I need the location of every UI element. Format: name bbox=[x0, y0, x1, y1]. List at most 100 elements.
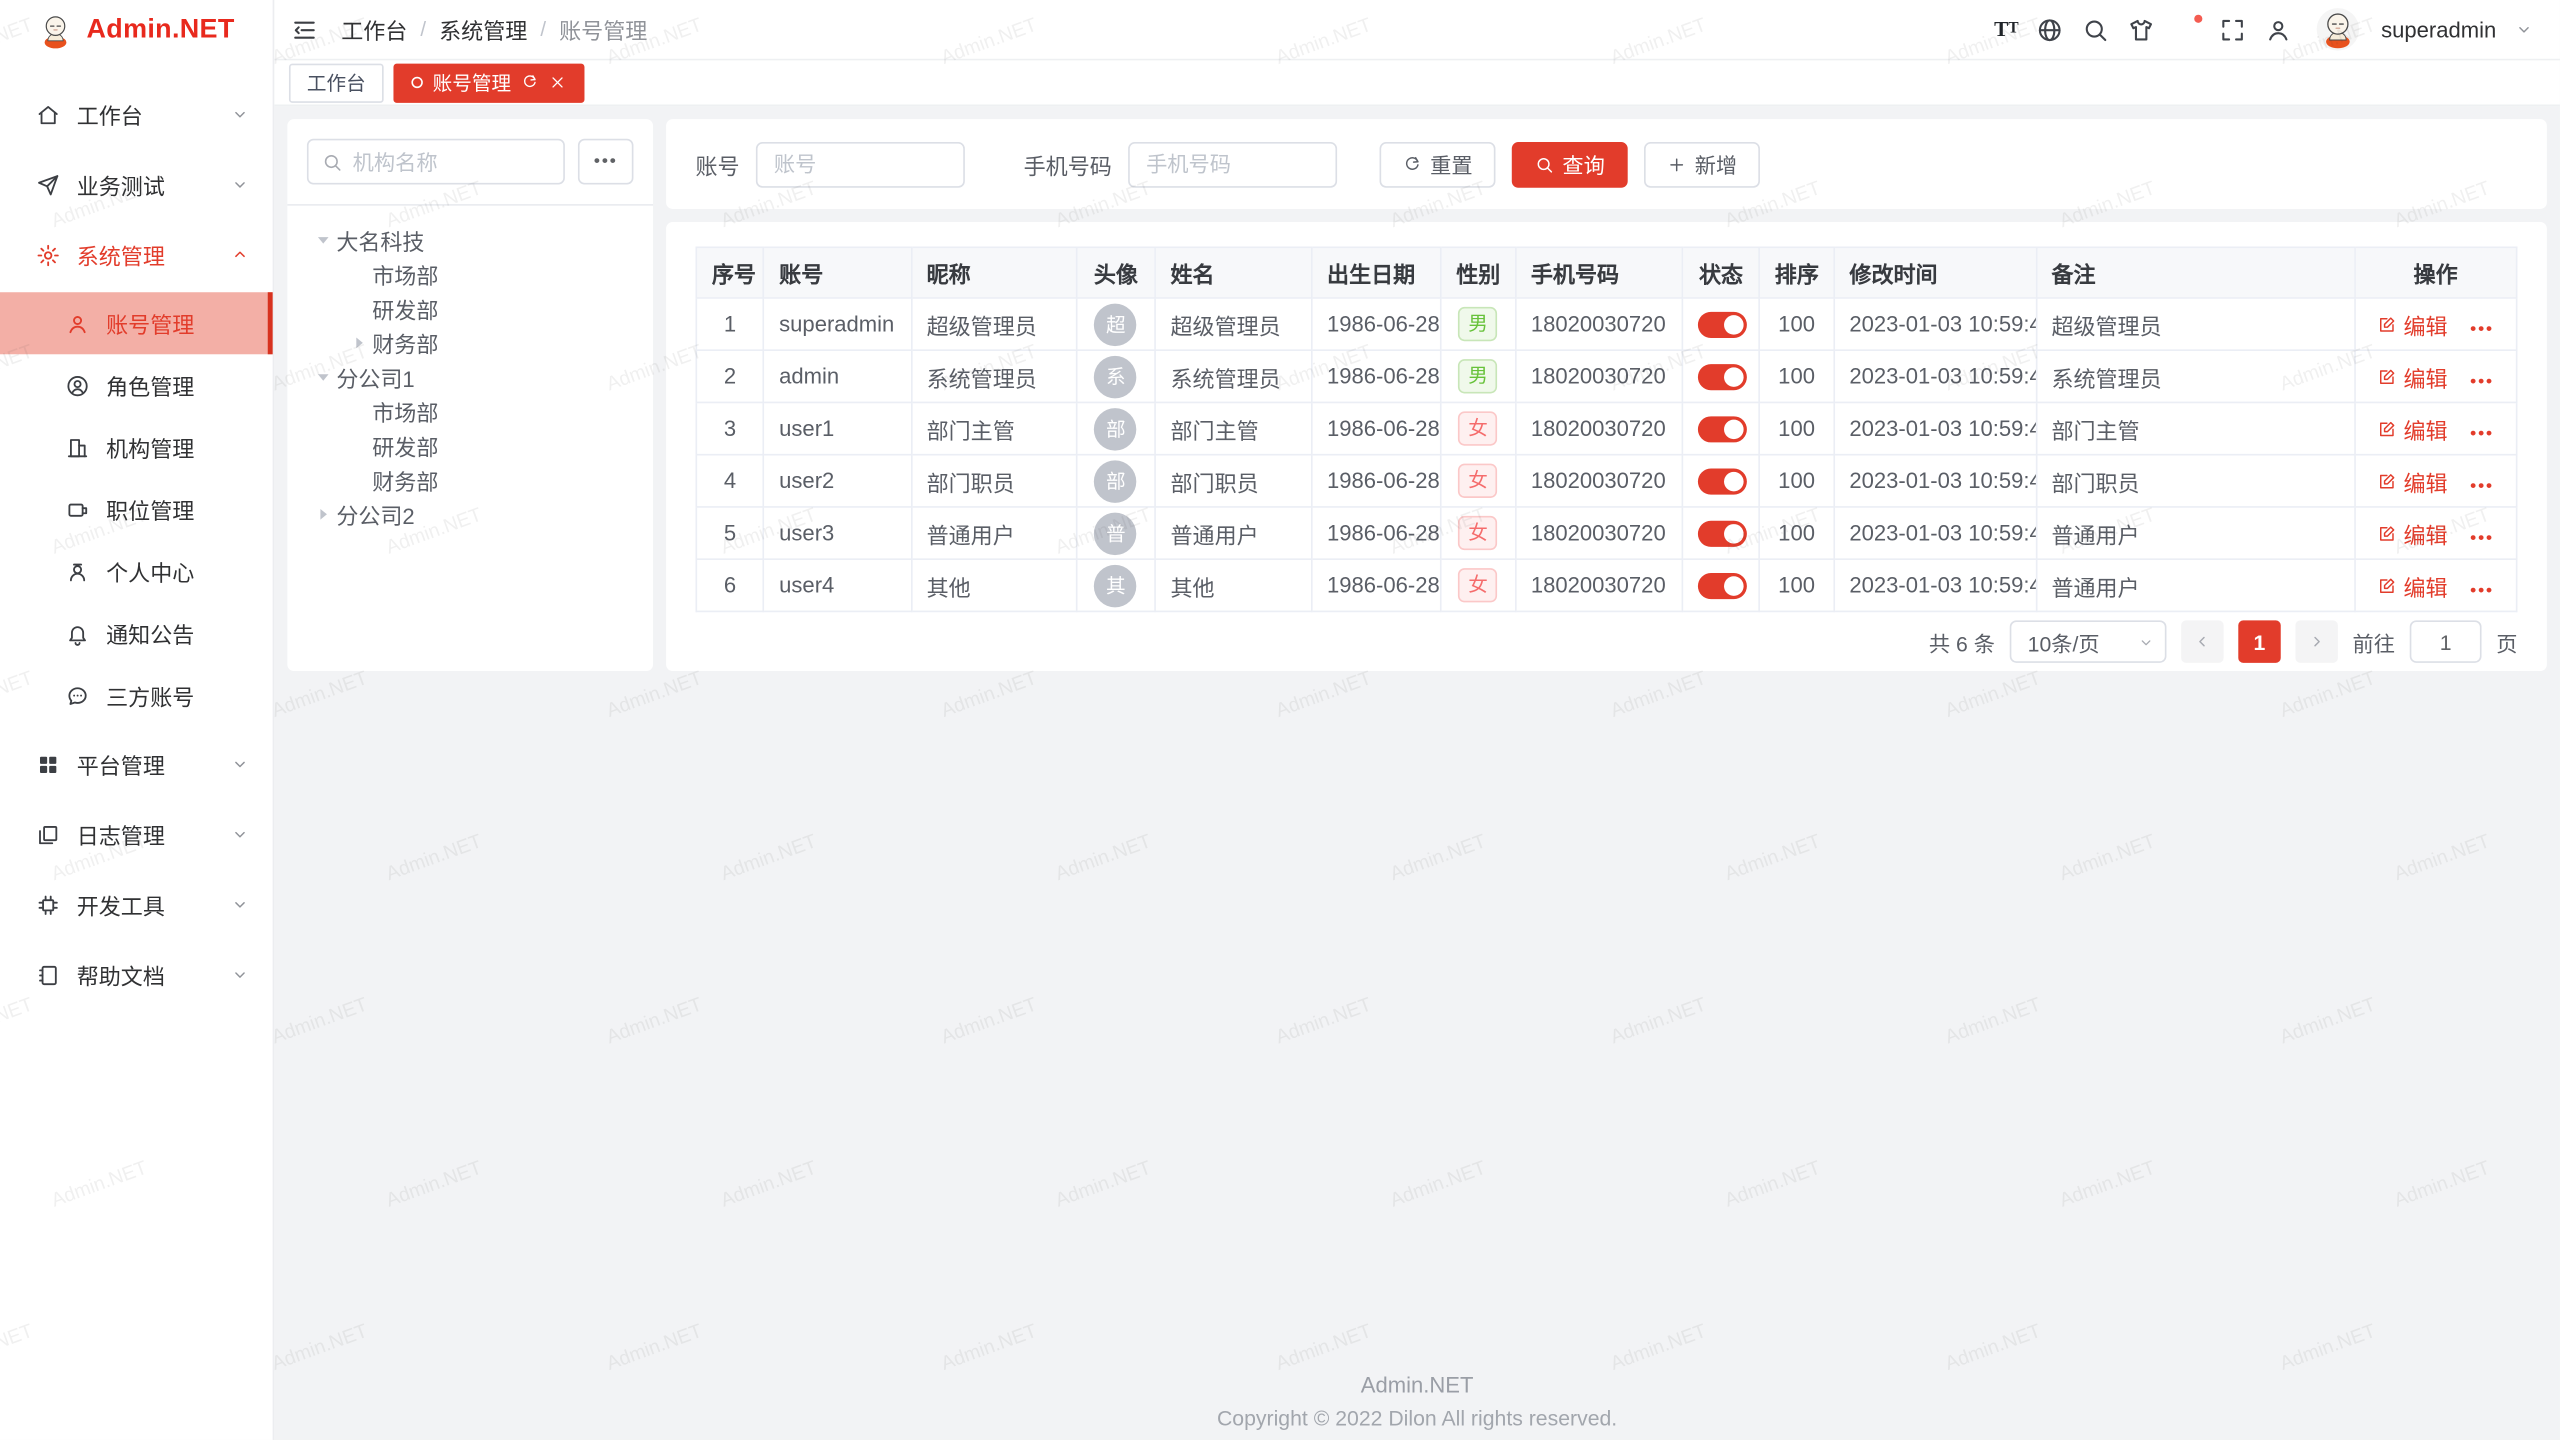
org-tree-more-button[interactable]: ••• bbox=[578, 139, 634, 185]
org-tree-node[interactable]: 研发部 bbox=[307, 428, 634, 462]
edit-button[interactable]: 编辑 bbox=[2377, 517, 2447, 550]
sidebar-menu-item[interactable]: 三方账号 bbox=[0, 664, 273, 726]
theme-icon[interactable] bbox=[2128, 16, 2156, 44]
add-button[interactable]: 新增 bbox=[1644, 141, 1760, 187]
status-toggle[interactable] bbox=[1698, 364, 1747, 390]
prev-page-button[interactable] bbox=[2181, 620, 2223, 662]
edit-button[interactable]: 编辑 bbox=[2377, 360, 2447, 393]
status-toggle[interactable] bbox=[1698, 416, 1747, 442]
sidebar-menu-item[interactable]: 角色管理 bbox=[0, 354, 273, 416]
row-more-button[interactable]: ••• bbox=[2470, 580, 2494, 600]
row-more-button[interactable]: ••• bbox=[2470, 528, 2494, 548]
reset-button[interactable]: 重置 bbox=[1380, 141, 1496, 187]
row-more-button[interactable]: ••• bbox=[2470, 319, 2494, 339]
edit-button[interactable]: 编辑 bbox=[2377, 308, 2447, 341]
app-logo[interactable]: Admin.NET bbox=[0, 0, 273, 60]
tab-account-management[interactable]: 账号管理 bbox=[393, 63, 584, 102]
org-tree-node[interactable]: 分公司1 bbox=[307, 359, 634, 393]
gender-badge: 男 bbox=[1458, 359, 1497, 394]
user-avatar[interactable] bbox=[2317, 8, 2359, 50]
breadcrumb: 工作台 / 系统管理 / 账号管理 bbox=[341, 13, 647, 46]
fullscreen-icon[interactable] bbox=[2219, 16, 2247, 44]
cell-status bbox=[1683, 402, 1759, 454]
col-sort: 排序 bbox=[1759, 247, 1834, 298]
phone-input[interactable] bbox=[1128, 141, 1337, 187]
cell-status bbox=[1683, 350, 1759, 402]
goto-page-input[interactable] bbox=[2410, 620, 2482, 662]
username[interactable]: superadmin bbox=[2381, 17, 2496, 41]
cell-seq: 6 bbox=[696, 559, 763, 611]
sidebar-menu-item[interactable]: 业务测试 bbox=[0, 152, 273, 217]
search-icon[interactable] bbox=[2082, 16, 2110, 44]
sidebar-menu-item[interactable]: 机构管理 bbox=[0, 416, 273, 478]
tree-caret-icon[interactable] bbox=[310, 229, 336, 249]
close-tab-icon[interactable] bbox=[549, 73, 567, 91]
status-toggle[interactable] bbox=[1698, 573, 1747, 599]
sidebar-menu-item[interactable]: 职位管理 bbox=[0, 478, 273, 540]
sidebar-menu-item[interactable]: 日志管理 bbox=[0, 802, 273, 867]
org-search-input[interactable] bbox=[353, 149, 551, 173]
language-icon[interactable] bbox=[2037, 16, 2065, 44]
breadcrumb-item[interactable]: 系统管理 bbox=[439, 13, 527, 46]
org-tree-node[interactable]: 财务部 bbox=[307, 325, 634, 359]
cell-time: 2023-01-03 10:59:44 bbox=[1834, 455, 2036, 507]
avatar: 部 bbox=[1095, 407, 1137, 449]
collapse-sidebar-icon[interactable] bbox=[291, 16, 319, 44]
user-menu-chevron-icon[interactable] bbox=[2514, 20, 2534, 40]
sidebar-menu: 工作台 业务测试 系统管理 账号管理 角色管理 bbox=[0, 77, 273, 1012]
font-size-icon[interactable]: TT bbox=[1994, 16, 2019, 44]
breadcrumb-item[interactable]: 工作台 bbox=[341, 13, 407, 46]
org-tree-node[interactable]: 研发部 bbox=[307, 291, 634, 325]
status-toggle[interactable] bbox=[1698, 311, 1747, 337]
sidebar-menu-item[interactable]: 通知公告 bbox=[0, 602, 273, 664]
cell-name: 系统管理员 bbox=[1155, 350, 1312, 402]
tree-caret-icon[interactable] bbox=[346, 332, 372, 352]
row-more-button[interactable]: ••• bbox=[2470, 371, 2494, 391]
row-more-button[interactable]: ••• bbox=[2470, 476, 2494, 496]
menu-item-label: 个人中心 bbox=[106, 555, 194, 588]
cell-nick: 部门职员 bbox=[911, 455, 1077, 507]
page-unit: 页 bbox=[2496, 626, 2517, 657]
sidebar-menu-item[interactable]: 工作台 bbox=[0, 82, 273, 147]
page-size-select[interactable]: 10条/页 bbox=[2010, 620, 2167, 662]
avatar: 普 bbox=[1095, 512, 1137, 554]
query-button[interactable]: 查询 bbox=[1512, 141, 1628, 187]
sidebar-menu-item[interactable]: 帮助文档 bbox=[0, 942, 273, 1007]
next-page-button[interactable] bbox=[2295, 620, 2337, 662]
org-tree-node[interactable]: 大名科技 bbox=[307, 222, 634, 256]
cell-status bbox=[1683, 559, 1759, 611]
sidebar-menu-item[interactable]: 开发工具 bbox=[0, 872, 273, 937]
cell-name: 普通用户 bbox=[1155, 507, 1312, 559]
sidebar-menu-item[interactable]: 个人中心 bbox=[0, 540, 273, 602]
cell-actions: 编辑 ••• bbox=[2355, 455, 2517, 507]
page-number[interactable]: 1 bbox=[2238, 620, 2280, 662]
refresh-tab-icon[interactable] bbox=[521, 73, 539, 91]
notification-bell-icon[interactable] bbox=[2174, 16, 2202, 44]
cell-phone: 18020030720 bbox=[1515, 507, 1682, 559]
tab-workbench[interactable]: 工作台 bbox=[289, 63, 384, 102]
org-tree-node[interactable]: 分公司2 bbox=[307, 496, 634, 530]
sidebar-menu-item[interactable]: 平台管理 bbox=[0, 731, 273, 796]
account-input[interactable] bbox=[756, 141, 965, 187]
edit-button[interactable]: 编辑 bbox=[2377, 412, 2447, 445]
cell-birth: 1986-06-28 bbox=[1312, 298, 1441, 350]
status-toggle[interactable] bbox=[1698, 520, 1747, 546]
col-seq: 序号 bbox=[696, 247, 763, 298]
cell-avatar: 超 bbox=[1077, 298, 1155, 350]
table-row: 5 user3 普通用户 普 普通用户 1986-06-28 女 1802003… bbox=[696, 507, 2516, 559]
sidebar-menu-item[interactable]: 系统管理 bbox=[0, 222, 273, 287]
org-tree-node[interactable]: 市场部 bbox=[307, 256, 634, 290]
row-more-button[interactable]: ••• bbox=[2470, 424, 2494, 444]
sidebar-menu-item[interactable]: 账号管理 bbox=[0, 292, 273, 354]
edit-button[interactable]: 编辑 bbox=[2377, 464, 2447, 497]
status-toggle[interactable] bbox=[1698, 468, 1747, 494]
tree-caret-icon[interactable] bbox=[310, 367, 336, 387]
org-tree-node[interactable]: 市场部 bbox=[307, 393, 634, 427]
org-tree-node[interactable]: 财务部 bbox=[307, 462, 634, 496]
tree-caret-icon[interactable] bbox=[310, 504, 336, 524]
menu-item-icon bbox=[36, 752, 60, 776]
cell-sort: 100 bbox=[1759, 559, 1834, 611]
edit-button[interactable]: 编辑 bbox=[2377, 569, 2447, 602]
breadcrumb-item-current: 账号管理 bbox=[559, 13, 647, 46]
profile-icon[interactable] bbox=[2265, 16, 2293, 44]
